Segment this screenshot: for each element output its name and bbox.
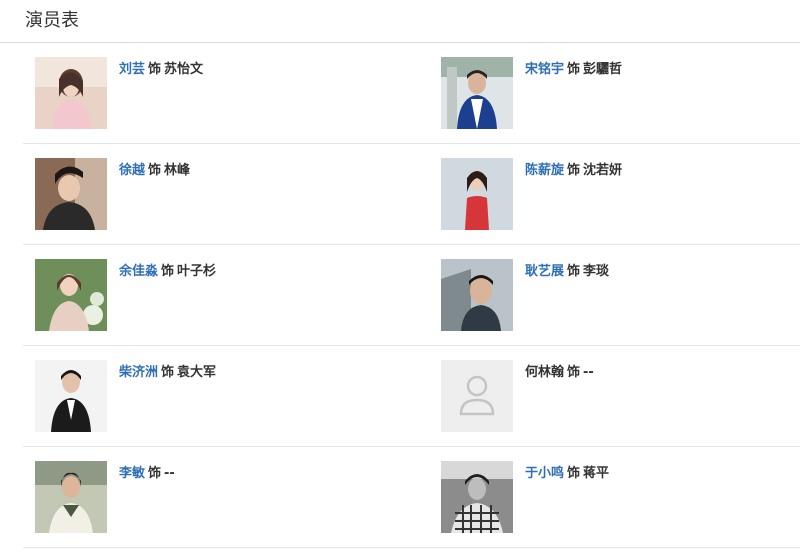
actor-name-link[interactable]: 陈薪旋 [525, 163, 564, 178]
actor-name-link[interactable]: 柴济洲 [119, 365, 158, 380]
role-name: 苏怡文 [164, 62, 204, 77]
as-label: 饰 [161, 365, 175, 380]
cast-row: 李敏饰 -- 于小鸣饰蒋平 [23, 447, 800, 548]
as-label: 饰 [567, 62, 581, 77]
role-name: -- [583, 365, 594, 380]
actor-name-link[interactable]: 耿艺展 [525, 264, 564, 279]
actor-photo[interactable] [35, 461, 107, 533]
as-label: 饰 [161, 264, 175, 279]
role-name: -- [164, 466, 175, 481]
actor-name-link[interactable]: 李敏 [119, 466, 145, 481]
role-name: 彭驪哲 [583, 62, 623, 77]
cast-info: 耿艺展饰李琰 [525, 264, 609, 280]
cast-item: 陈薪旋饰沈若妍 [441, 158, 781, 230]
cast-item: 刘芸饰苏怡文 [35, 57, 425, 129]
cast-item: 李敏饰 -- [35, 461, 425, 533]
actor-photo[interactable] [441, 259, 513, 331]
role-name: 叶子杉 [177, 264, 217, 279]
cast-info: 余佳淼饰叶子杉 [119, 264, 216, 280]
actor-photo[interactable] [441, 57, 513, 129]
cast-item: 柴济洲饰袁大军 [35, 360, 425, 432]
cast-info: 宋铭宇饰彭驪哲 [525, 62, 622, 78]
cast-info: 于小鸣饰蒋平 [525, 466, 609, 482]
actor-photo[interactable] [441, 158, 513, 230]
cast-info: 柴济洲饰袁大军 [119, 365, 216, 381]
cast-item: 余佳淼饰叶子杉 [35, 259, 425, 331]
role-name: 蒋平 [583, 466, 610, 481]
actor-name-link[interactable]: 宋铭宇 [525, 62, 564, 77]
cast-item: 宋铭宇饰彭驪哲 [441, 57, 781, 129]
actor-photo[interactable] [35, 57, 107, 129]
actor-name-link[interactable]: 于小鸣 [525, 466, 564, 481]
cast-info: 李敏饰 -- [119, 466, 175, 482]
cast-item: 于小鸣饰蒋平 [441, 461, 781, 533]
section-header: 演员表 [0, 0, 800, 43]
as-label: 饰 [567, 365, 581, 380]
as-label: 饰 [148, 163, 162, 178]
cast-row: 余佳淼饰叶子杉 耿艺展饰李琰 [23, 245, 800, 346]
as-label: 饰 [567, 264, 581, 279]
user-placeholder-icon[interactable] [441, 360, 513, 432]
actor-name-link[interactable]: 余佳淼 [119, 264, 158, 279]
actor-name-link[interactable]: 徐越 [119, 163, 145, 178]
actor-photo[interactable] [35, 360, 107, 432]
cast-info: 刘芸饰苏怡文 [119, 62, 203, 78]
as-label: 饰 [567, 466, 581, 481]
cast-info: 徐越饰林峰 [119, 163, 190, 179]
as-label: 饰 [567, 163, 581, 178]
cast-row: 徐越饰林峰 陈薪旋饰沈若妍 [23, 144, 800, 245]
actor-name-link[interactable]: 刘芸 [119, 62, 145, 77]
cast-list: 刘芸饰苏怡文 宋铭宇饰彭驪哲 徐越饰林峰 陈薪旋饰 沈若妍 余佳淼 饰 叶子杉 … [23, 43, 800, 548]
role-name: 李琰 [583, 264, 610, 279]
cast-row: 柴济洲饰袁大军 何林翰饰 -- [23, 346, 800, 447]
cast-row: 刘芸饰苏怡文 宋铭宇饰彭驪哲 [23, 43, 800, 144]
role-name: 林峰 [164, 163, 191, 178]
as-label: 饰 [148, 62, 162, 77]
as-label: 饰 [148, 466, 162, 481]
cast-info: 陈薪旋饰沈若妍 [525, 163, 622, 179]
role-name: 沈若妍 [583, 163, 623, 178]
actor-photo[interactable] [441, 461, 513, 533]
role-name: 袁大军 [177, 365, 217, 380]
section-title: 演员表 [25, 10, 79, 31]
cast-item: 徐越饰林峰 [35, 158, 425, 230]
cast-item: 何林翰饰 -- [441, 360, 781, 432]
cast-item: 耿艺展饰李琰 [441, 259, 781, 331]
actor-photo[interactable] [35, 259, 107, 331]
cast-info: 何林翰饰 -- [525, 365, 594, 381]
actor-name: 何林翰 [525, 365, 565, 380]
actor-photo[interactable] [35, 158, 107, 230]
